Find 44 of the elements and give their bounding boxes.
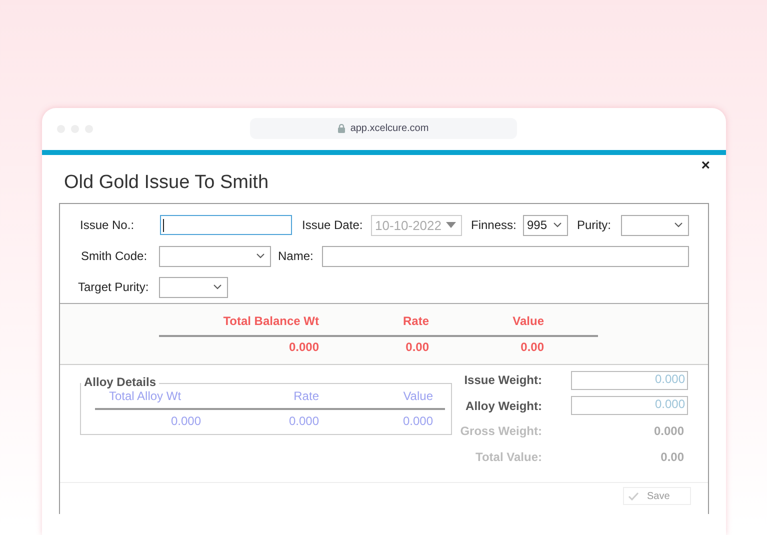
chevron-down-icon	[256, 253, 265, 259]
dropdown[interactable]	[621, 214, 689, 236]
column-header: Total Balance Wt	[222, 314, 319, 328]
triangle-down-icon	[446, 222, 456, 228]
field-label: Name:	[278, 249, 314, 263]
field-label: Issue Weight:	[463, 373, 542, 387]
chevron-down-icon	[213, 284, 222, 290]
column-header: Rate	[402, 314, 429, 328]
field-label: Alloy Weight:	[464, 398, 542, 412]
value-text: 0.00	[520, 340, 544, 354]
column-header: Value	[402, 389, 433, 403]
input-field[interactable]	[322, 246, 689, 266]
address-bar[interactable]: app.xcelcure.com	[250, 118, 517, 139]
check-icon	[628, 492, 639, 500]
chevron-down-icon	[674, 222, 683, 228]
field-label: Target Purity:	[78, 280, 150, 294]
chevron-down-icon	[553, 222, 562, 228]
field-label: Issue Date:	[302, 218, 364, 232]
field-label: Purity:	[577, 218, 612, 232]
input-field[interactable]: 0.000	[571, 370, 688, 390]
column-header: Rate	[292, 389, 319, 403]
column-header: Value	[512, 314, 544, 328]
dropdown[interactable]	[159, 276, 228, 298]
column-header: Total Alloy Wt	[108, 389, 182, 403]
dialog-title: Old Gold Issue To Smith	[63, 171, 269, 195]
value-text: 0.00	[660, 450, 684, 464]
value-text: 0.000	[288, 414, 319, 428]
field-label: Gross Weight:	[460, 424, 542, 438]
value-text: 0.000	[652, 424, 684, 438]
field-label: Finness:	[471, 218, 518, 232]
input-field[interactable]	[160, 215, 292, 235]
value-text: 0.000	[288, 340, 319, 354]
close-button[interactable]: ×	[701, 157, 710, 174]
dropdown[interactable]: 995	[523, 214, 568, 236]
field-label: Issue No.:	[80, 218, 136, 232]
value-text: 0.000	[170, 414, 201, 428]
value-text: 0.00	[404, 340, 429, 354]
field-label: Total Value:	[474, 450, 542, 464]
dropdown[interactable]	[159, 246, 271, 266]
field-label: Smith Code:	[81, 249, 148, 263]
group-title: Alloy Details	[81, 375, 160, 389]
value-text: 0.000	[402, 414, 433, 428]
input-field[interactable]: 0.000	[571, 396, 688, 415]
lock-icon	[338, 124, 346, 133]
